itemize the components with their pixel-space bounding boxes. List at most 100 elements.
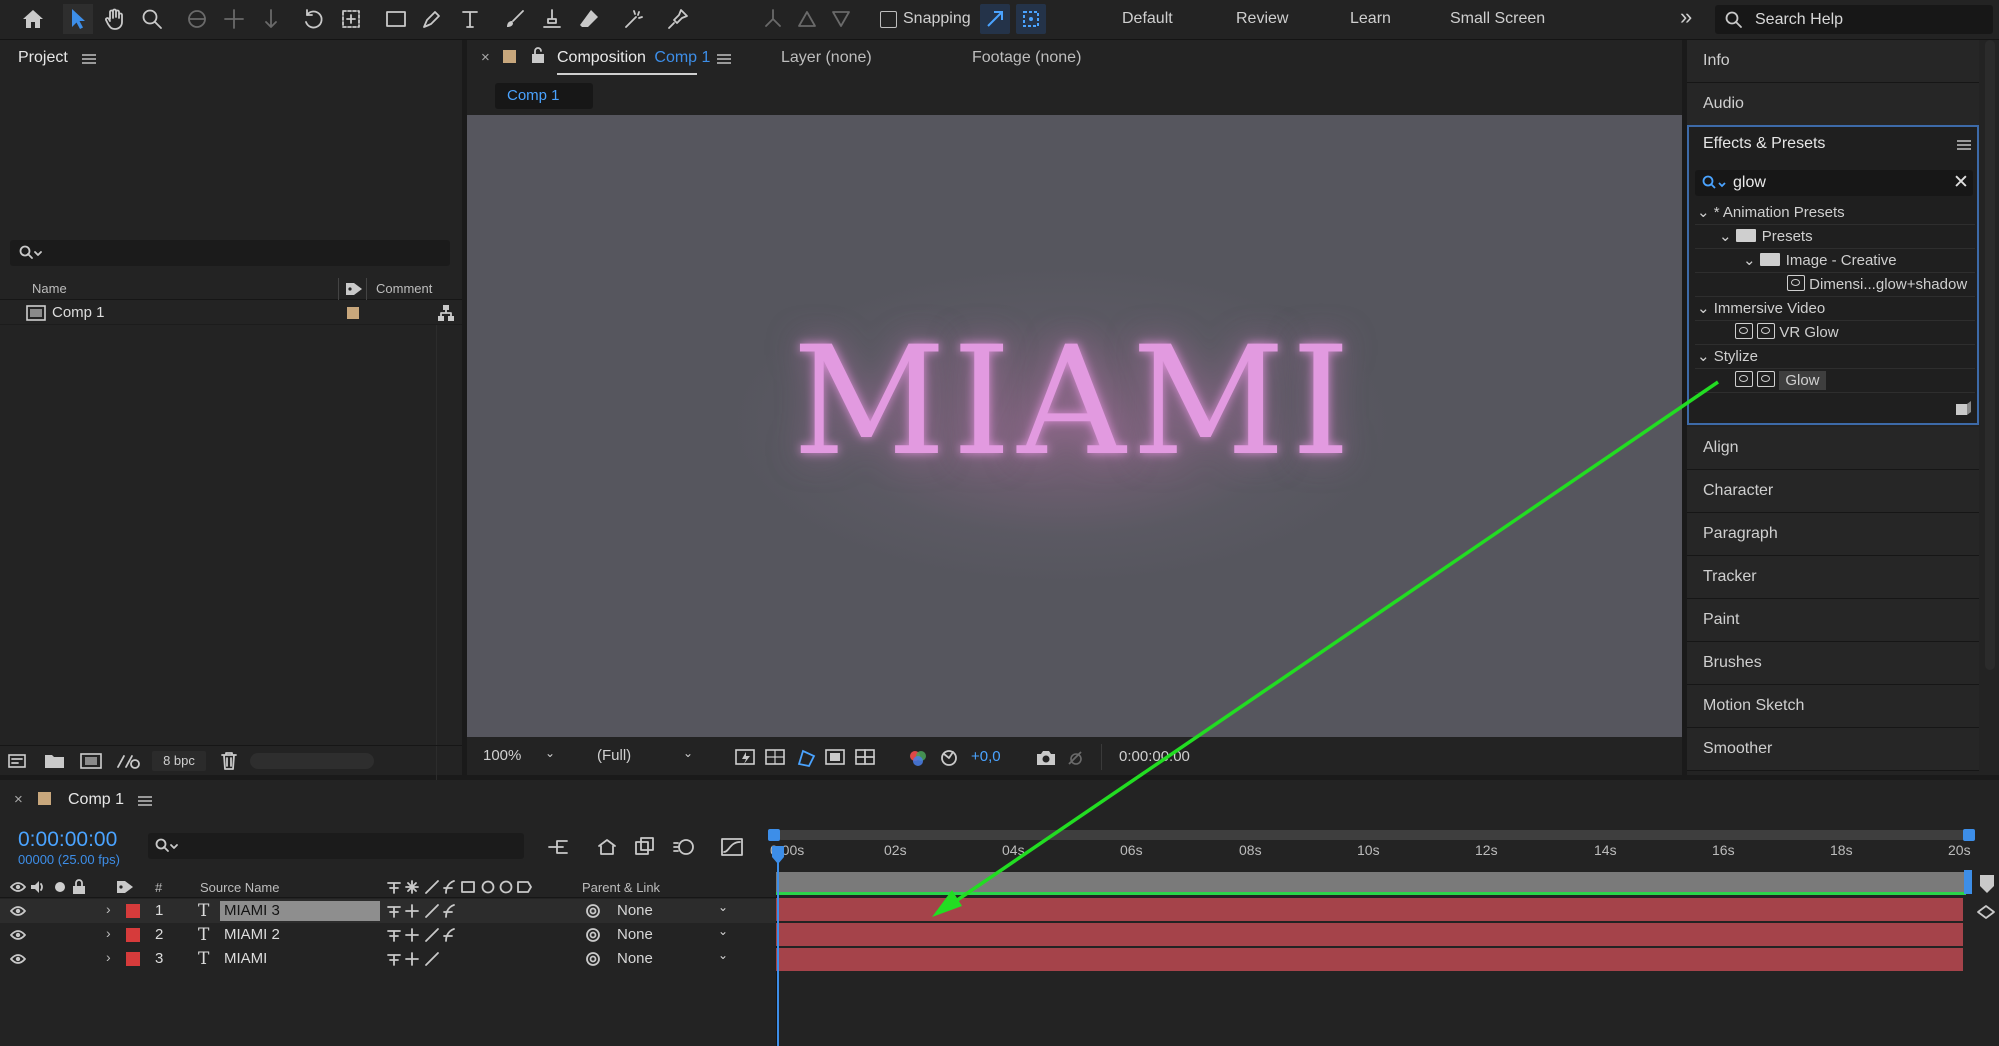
visibility-eye-icon[interactable] <box>10 952 26 966</box>
parent-dropdown[interactable]: None ⌄ <box>613 900 733 921</box>
rotation-tool-icon[interactable] <box>298 4 328 34</box>
layer-row[interactable]: › 1 T MIAMI 3 None ⌄ <box>0 899 776 923</box>
brush-tool-icon[interactable] <box>500 4 530 34</box>
label-tag-icon[interactable] <box>116 879 134 895</box>
composition-tab[interactable]: Composition Comp 1 <box>557 49 710 67</box>
selection-tool-icon[interactable] <box>63 4 93 34</box>
composition-menu-icon[interactable] <box>717 54 731 64</box>
column-divider[interactable] <box>338 278 339 300</box>
workspace-default[interactable]: Default <box>1122 10 1173 28</box>
right-panels-scrollbar[interactable] <box>1985 40 1995 670</box>
tree-image-creative-folder[interactable]: ⌄ Image - Creative <box>1743 251 1897 269</box>
zoom-tool-icon[interactable] <box>137 4 167 34</box>
clone-stamp-tool-icon[interactable] <box>537 4 567 34</box>
orbit-camera-icon[interactable] <box>182 4 212 34</box>
comp-mini-flowchart-icon[interactable] <box>547 837 571 857</box>
show-channel-icon[interactable] <box>907 748 929 768</box>
pan-camera-icon[interactable] <box>219 4 249 34</box>
column-parent-link[interactable]: Parent & Link <box>582 880 660 895</box>
navigator-start-handle[interactable] <box>768 829 780 841</box>
parent-dropdown[interactable]: None ⌄ <box>613 948 733 969</box>
expand-chevron-icon[interactable]: › <box>106 901 111 917</box>
puppet-tool-icon[interactable] <box>663 4 693 34</box>
rectangle-tool-icon[interactable] <box>381 4 411 34</box>
magnification-dropdown[interactable]: 100% ⌄ <box>475 744 563 770</box>
layer-switches[interactable] <box>386 903 466 919</box>
expand-chevron-icon[interactable]: › <box>106 949 111 965</box>
viewer-timecode[interactable]: 0:00:00:00 <box>1119 748 1190 765</box>
viewer-miami-text[interactable]: MIAMI <box>467 315 1682 489</box>
flowchart-icon[interactable] <box>437 304 455 322</box>
composition-viewer[interactable]: MIAMI <box>467 115 1682 737</box>
comp-marker-bin-icon[interactable] <box>1978 874 1996 894</box>
tree-dimensional-preset[interactable]: Dimensi...glow+shadow <box>1787 275 1967 293</box>
roto-brush-tool-icon[interactable] <box>619 4 649 34</box>
audio-speaker-icon[interactable] <box>30 880 46 894</box>
comp-button-icon[interactable] <box>1976 902 1996 922</box>
playhead-icon[interactable] <box>771 845 785 865</box>
panel-audio[interactable]: Audio <box>1687 83 1979 126</box>
tree-immersive-video[interactable]: ⌄ Immersive Video <box>1697 299 1825 317</box>
frame-blending-icon[interactable] <box>633 836 657 858</box>
layer-label-chip[interactable] <box>126 904 140 918</box>
resolution-dropdown[interactable]: (Full) ⌄ <box>589 744 701 770</box>
new-bin-icon[interactable] <box>1955 401 1973 417</box>
lock-icon[interactable] <box>72 879 86 895</box>
panel-tracker[interactable]: Tracker <box>1687 556 1979 599</box>
layer-tab[interactable]: Layer (none) <box>781 49 872 67</box>
visibility-eye-icon[interactable] <box>10 904 26 918</box>
interpret-footage-icon[interactable] <box>8 752 30 770</box>
tree-stylize[interactable]: ⌄ Stylize <box>1697 347 1758 365</box>
region-of-interest-icon[interactable] <box>825 748 847 768</box>
motion-blur-icon[interactable] <box>672 836 696 858</box>
new-folder-icon[interactable] <box>44 752 66 770</box>
snap-features-icon[interactable] <box>1016 4 1046 34</box>
pick-whip-icon[interactable] <box>584 927 602 943</box>
fast-previews-icon[interactable] <box>735 748 757 768</box>
timeline-search-input[interactable] <box>148 833 524 859</box>
project-settings-icon[interactable] <box>116 752 142 770</box>
mask-visibility-icon[interactable] <box>795 748 817 768</box>
eraser-tool-icon[interactable] <box>574 4 604 34</box>
snapping-checkbox[interactable] <box>880 11 897 28</box>
axis-mode-world-icon[interactable] <box>792 4 822 34</box>
pen-tool-icon[interactable] <box>417 4 447 34</box>
effects-menu-icon[interactable] <box>1957 140 1971 150</box>
visibility-eye-icon[interactable] <box>10 880 26 894</box>
layer-switches-icons[interactable] <box>386 879 552 895</box>
column-divider[interactable] <box>366 278 367 300</box>
layer-label-chip[interactable] <box>126 952 140 966</box>
layer-bar-2[interactable] <box>776 923 1963 946</box>
pick-whip-icon[interactable] <box>584 903 602 919</box>
project-zoom-slider[interactable] <box>250 753 374 769</box>
transparency-grid-icon[interactable] <box>765 748 787 768</box>
work-area-bar[interactable] <box>776 872 1966 892</box>
layer-row[interactable]: › 2 T MIAMI 2 None ⌄ <box>0 923 776 947</box>
graph-editor-icon[interactable] <box>720 836 744 858</box>
visibility-eye-icon[interactable] <box>10 928 26 942</box>
show-snapshot-icon[interactable] <box>1065 748 1087 768</box>
work-area-end-handle[interactable] <box>1964 870 1972 894</box>
bit-depth-button[interactable]: 8 bpc <box>152 751 206 771</box>
panel-paint[interactable]: Paint <box>1687 599 1979 642</box>
column-name[interactable]: Name <box>32 281 67 296</box>
snap-edges-icon[interactable] <box>980 4 1010 34</box>
layer-switches[interactable] <box>386 927 466 943</box>
axis-mode-view-icon[interactable] <box>826 4 856 34</box>
layer-name-field[interactable]: MIAMI 3 <box>220 901 380 921</box>
time-navigator-bar[interactable] <box>776 830 1971 840</box>
project-item-comp-1[interactable]: Comp 1 <box>0 301 462 325</box>
workspace-small-screen[interactable]: Small Screen <box>1450 10 1545 28</box>
panel-info[interactable]: Info <box>1687 40 1979 83</box>
workspace-overflow-icon[interactable]: » <box>1680 4 1692 30</box>
panel-paragraph[interactable]: Paragraph <box>1687 513 1979 556</box>
clear-search-icon[interactable]: ✕ <box>1953 171 1969 194</box>
parent-dropdown[interactable]: None ⌄ <box>613 924 733 945</box>
snapshot-camera-icon[interactable] <box>1035 748 1057 768</box>
workspace-review[interactable]: Review <box>1236 10 1288 28</box>
tree-vr-glow-effect[interactable]: VR Glow <box>1735 323 1839 341</box>
pick-whip-icon[interactable] <box>584 951 602 967</box>
panel-smoother[interactable]: Smoother <box>1687 728 1979 771</box>
layer-row[interactable]: › 3 T MIAMI None ⌄ <box>0 947 776 971</box>
hand-tool-icon[interactable] <box>100 4 130 34</box>
